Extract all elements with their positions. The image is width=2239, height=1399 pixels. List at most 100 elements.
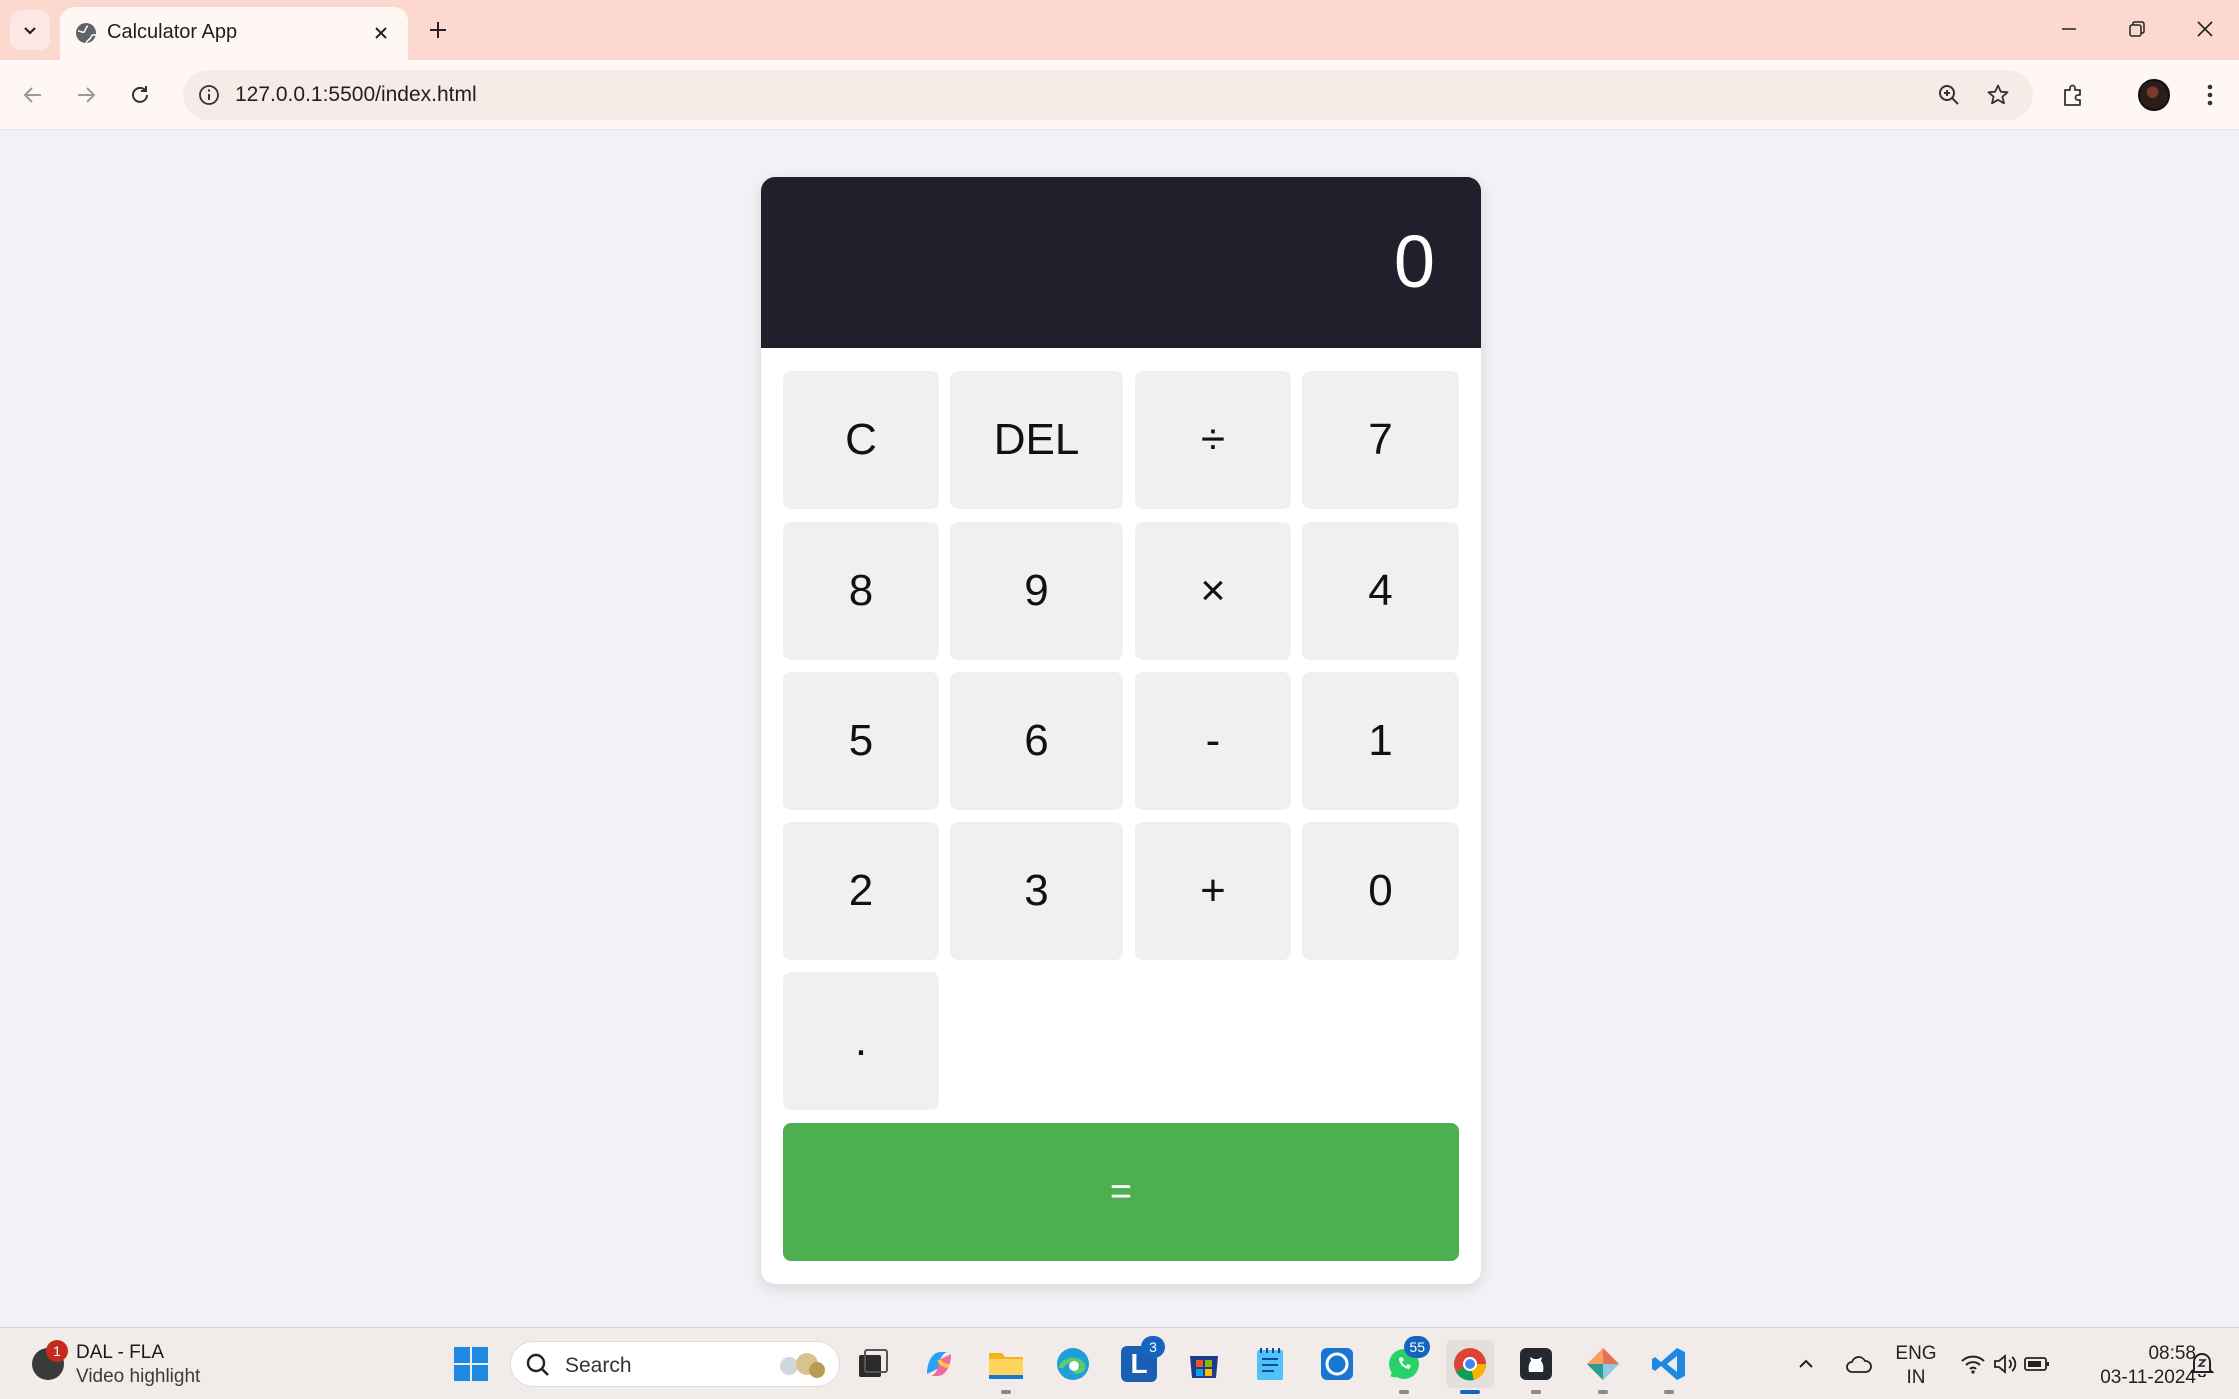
copilot-icon (927, 1352, 951, 1376)
search-label: Search (565, 1354, 632, 1377)
bookmark-star-icon[interactable] (1983, 80, 2013, 110)
equals-button[interactable]: = (783, 1123, 1459, 1261)
wifi-icon (1961, 1355, 1985, 1374)
notifications-button[interactable] (2182, 1340, 2222, 1388)
task-view-icon (859, 1349, 888, 1377)
digit-3-button[interactable]: 3 (950, 822, 1123, 960)
notepad-app[interactable] (1246, 1340, 1294, 1388)
letterbox-app[interactable]: L 3 (1115, 1336, 1165, 1388)
minimize-button[interactable] (2035, 0, 2103, 58)
extensions-button[interactable] (2053, 75, 2093, 115)
arrow-left-icon (23, 87, 41, 103)
windows-taskbar: 1 DAL - FLA Video highlight Search L 3 5… (0, 1327, 2239, 1399)
digit-0-button[interactable]: 0 (1302, 822, 1459, 960)
vscode-icon (1652, 1348, 1685, 1380)
cortana-app[interactable] (1313, 1340, 1361, 1388)
search-icon (526, 1353, 549, 1376)
subtract-button[interactable]: - (1135, 672, 1291, 810)
arrow-right-icon (78, 87, 96, 103)
chevron-up-icon (1799, 1359, 1813, 1368)
news-widget[interactable]: 1 DAL - FLA Video highlight (28, 1338, 228, 1390)
digit-9-button[interactable]: 9 (950, 522, 1123, 660)
circle-app-icon (1321, 1348, 1353, 1380)
close-icon (2197, 21, 2213, 37)
close-window-button[interactable] (2171, 0, 2239, 58)
digit-7-button[interactable]: 7 (1302, 371, 1459, 509)
reload-button[interactable] (120, 75, 160, 115)
page-viewport: 0 C DEL ÷ 7 8 9 × 4 5 6 - 1 2 3 + 0 . = (0, 131, 2239, 1327)
taskbar-search[interactable]: Search (510, 1341, 840, 1387)
clock[interactable]: 08:58 03-11-2024 (2072, 1342, 2196, 1390)
divide-button[interactable]: ÷ (1135, 371, 1291, 509)
vscode-app[interactable] (1645, 1340, 1693, 1394)
close-icon (375, 27, 387, 39)
site-info-icon[interactable] (195, 81, 223, 109)
decimal-point-button[interactable]: . (783, 972, 939, 1110)
digit-1-button[interactable]: 1 (1302, 672, 1459, 810)
add-button[interactable]: + (1135, 822, 1291, 960)
forward-button[interactable] (66, 75, 106, 115)
delete-button[interactable]: DEL (950, 371, 1123, 509)
digit-8-button[interactable]: 8 (783, 522, 939, 660)
task-view-button[interactable] (849, 1340, 897, 1388)
address-bar[interactable]: 127.0.0.1:5500/index.html (183, 70, 2033, 120)
running-indicator (1460, 1390, 1480, 1394)
store-icon (1190, 1356, 1218, 1378)
cloud-icon (1846, 1356, 1872, 1373)
digit-6-button[interactable]: 6 (950, 672, 1123, 810)
windows-logo-icon (454, 1347, 488, 1381)
plus-icon (430, 22, 446, 38)
profile-button[interactable] (2134, 75, 2174, 115)
tab-close-button[interactable] (366, 18, 396, 48)
copilot-app[interactable] (915, 1340, 963, 1388)
folder-icon (989, 1353, 1023, 1379)
digit-5-button[interactable]: 5 (783, 672, 939, 810)
file-explorer-app[interactable] (982, 1340, 1030, 1394)
clear-button[interactable]: C (783, 371, 939, 509)
url-text[interactable]: 127.0.0.1:5500/index.html (235, 83, 477, 107)
microsoft-store-app[interactable] (1180, 1340, 1228, 1388)
quick-settings-button[interactable] (1955, 1340, 2055, 1388)
back-button[interactable] (13, 75, 53, 115)
whatsapp-app[interactable]: 55 (1380, 1336, 1430, 1394)
volume-icon (1994, 1354, 2017, 1374)
running-indicator (1001, 1390, 1011, 1394)
widget-subtitle: Video highlight (76, 1366, 201, 1387)
new-tab-button[interactable] (420, 12, 456, 48)
running-indicator (1399, 1390, 1409, 1394)
diamond-app-icon (1587, 1348, 1619, 1380)
start-button[interactable] (447, 1340, 495, 1388)
edge-icon (1057, 1348, 1089, 1380)
widget-title: DAL - FLA (76, 1342, 164, 1363)
tab-title: Calculator App (107, 21, 238, 43)
multiply-button[interactable]: × (1135, 522, 1291, 660)
language-code: ENG (1895, 1343, 1937, 1364)
git-app[interactable] (1579, 1340, 1627, 1394)
active-tab[interactable]: Calculator App (60, 7, 408, 60)
github-desktop-app[interactable] (1512, 1340, 1560, 1394)
notification-badge: 3 (1141, 1336, 1165, 1358)
running-indicator (1598, 1390, 1608, 1394)
zoom-icon[interactable] (1935, 81, 1963, 109)
search-highlight-icon (780, 1353, 825, 1378)
avatar (2138, 79, 2170, 111)
restore-button[interactable] (2103, 0, 2171, 58)
tab-search-button[interactable] (10, 10, 50, 50)
browser-tabstrip: Calculator App (0, 0, 2239, 60)
browser-toolbar: 127.0.0.1:5500/index.html (0, 60, 2239, 130)
notepad-icon (1257, 1348, 1283, 1380)
calculator: 0 C DEL ÷ 7 8 9 × 4 5 6 - 1 2 3 + 0 . = (761, 177, 1481, 1284)
onedrive-button[interactable] (1836, 1340, 1882, 1388)
minimize-icon (2062, 28, 2076, 30)
chrome-app[interactable] (1446, 1340, 1494, 1394)
globe-icon (76, 23, 97, 44)
language-indicator[interactable]: ENG IN (1888, 1342, 1944, 1390)
edge-app[interactable] (1049, 1340, 1097, 1388)
digit-4-button[interactable]: 4 (1302, 522, 1459, 660)
chrome-icon (1454, 1348, 1487, 1381)
digit-2-button[interactable]: 2 (783, 822, 939, 960)
show-hidden-icons-button[interactable] (1786, 1340, 1826, 1388)
display-value: 0 (1393, 220, 1435, 303)
browser-menu-button[interactable] (2190, 75, 2230, 115)
calculator-display: 0 (761, 177, 1481, 348)
